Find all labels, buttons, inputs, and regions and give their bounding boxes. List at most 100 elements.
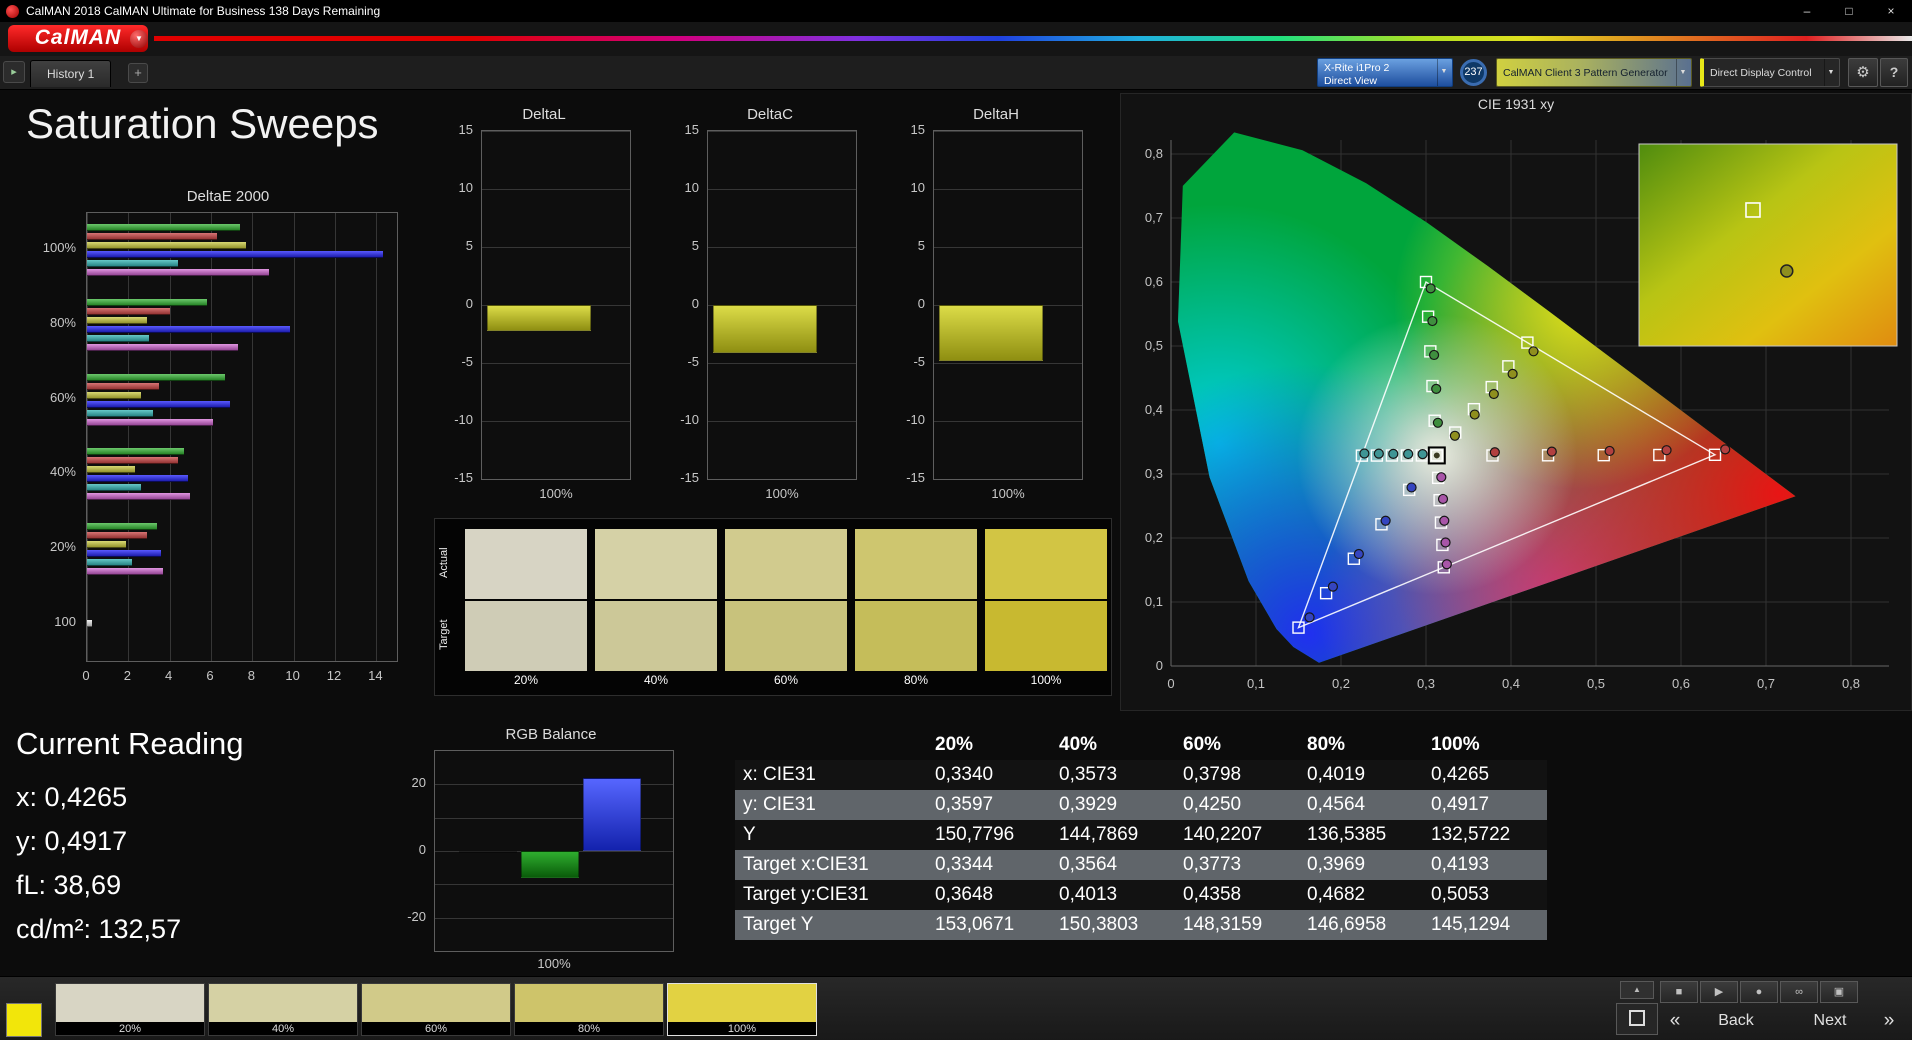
axis-tick-label: -10	[454, 412, 473, 427]
reading-x: x: 0,4265	[16, 782, 128, 812]
bar-red	[87, 532, 147, 539]
record-button[interactable]: ●	[1740, 981, 1778, 1003]
loop-button[interactable]: ∞	[1780, 981, 1818, 1003]
help-icon[interactable]: ?	[1880, 58, 1908, 87]
table-cell: 148,3159	[1183, 914, 1263, 935]
back-button[interactable]: Back	[1694, 1007, 1778, 1035]
axis-tick-label: 10	[910, 180, 925, 195]
table-cell: 0,3340	[935, 764, 994, 785]
bar-green	[87, 373, 226, 381]
eject-icon[interactable]: ▲	[1620, 981, 1654, 999]
table-column-header: 40%	[1059, 734, 1098, 755]
axis-tick-label: -15	[906, 470, 925, 485]
axis-tick-label: 5	[917, 238, 925, 253]
tab-nav-arrow-button[interactable]: ▸	[3, 61, 25, 83]
patch-swatch-button[interactable]: 100%	[667, 983, 817, 1036]
frame-icon[interactable]	[1616, 1003, 1658, 1035]
svg-text:0,6: 0,6	[1672, 676, 1690, 691]
svg-text:0,3: 0,3	[1417, 676, 1435, 691]
patch-swatch-button[interactable]: 60%	[361, 983, 511, 1036]
axis-tick-label: 0	[82, 668, 90, 683]
chart-title: DeltaE 2000	[186, 188, 270, 205]
gridline	[435, 884, 673, 886]
patch-swatch-button[interactable]: 40%	[208, 983, 358, 1036]
patch-color	[362, 984, 510, 1022]
patch-swatch-button[interactable]: 20%	[55, 983, 205, 1036]
window-title: CalMAN 2018 CalMAN Ultimate for Business…	[26, 4, 381, 18]
bar-magenta	[87, 344, 238, 351]
gridline	[934, 479, 1082, 480]
patch-label: 40%	[271, 1023, 295, 1035]
svg-text:0,7: 0,7	[1145, 210, 1163, 225]
axis-tick-label: 2	[123, 668, 131, 683]
axis-tick-label: -10	[680, 412, 699, 427]
table-row-label: x: CIE31	[743, 764, 816, 785]
gear-icon[interactable]: ⚙	[1848, 58, 1878, 87]
chevron-down-icon[interactable]: ▼	[1676, 59, 1689, 86]
meter-selector[interactable]: X-Rite i1Pro 2 Direct View ▼	[1317, 58, 1453, 87]
axis-tick-label: 15	[684, 122, 699, 137]
play-button[interactable]: ▶	[1700, 981, 1738, 1003]
plot-area	[933, 130, 1083, 480]
table-cell: 0,3773	[1183, 854, 1242, 875]
target-row-label: Target	[438, 619, 450, 651]
plot-area	[434, 750, 674, 952]
gridline	[293, 213, 295, 661]
close-button[interactable]: ×	[1870, 0, 1912, 22]
display-button[interactable]: ▣	[1820, 981, 1858, 1003]
gridline	[169, 213, 171, 661]
y-axis-labels: 15 10 5 0 -5 -10 -15	[451, 122, 477, 485]
table-row-label: Target y:CIE31	[743, 884, 869, 905]
chevron-down-icon[interactable]: ▼	[1824, 59, 1837, 86]
chart-title: RGB Balance	[505, 726, 597, 743]
table-cell: 0,3597	[935, 794, 994, 815]
bar-magenta	[87, 418, 214, 426]
current-reading-title: Current Reading	[16, 726, 244, 761]
swatch-label: 80%	[903, 673, 929, 687]
actual-target-swatch-strip: Actual Target 20% 40% 60% 80% 100%	[434, 518, 1112, 696]
table-cell: 0,4917	[1431, 794, 1490, 815]
logo-menu-arrow-icon[interactable]: ▼	[130, 30, 148, 48]
next-button[interactable]: Next	[1788, 1007, 1872, 1035]
axis-tick-label: 0	[691, 296, 699, 311]
cie-diagram: 0 0,1 0,2 0,3 0,4 0,5 0,6 0,7 0,8 0 0,1 0,2 0,3 0,4 0,…	[1145, 132, 1898, 691]
patch-swatch-button[interactable]: 80%	[514, 983, 664, 1036]
table-row: Target Y 153,0671 150,3803 148,3159 146,6958…	[735, 910, 1547, 940]
table-column-header: 60%	[1183, 734, 1222, 755]
table-row: Target x:CIE31 0,3344 0,3564 0,3773 0,3969 0,…	[735, 850, 1547, 880]
gridline	[128, 213, 130, 661]
gridline	[934, 247, 1082, 248]
add-tab-button[interactable]: +	[128, 63, 148, 83]
table-row: Target y:CIE31 0,3648 0,4013 0,4358 0,4682 0,…	[735, 880, 1547, 910]
pattern-generator-label: CalMAN Client 3 Pattern Generator	[1503, 67, 1668, 79]
chevron-down-icon[interactable]: ▼	[1437, 59, 1450, 86]
gridline	[934, 189, 1082, 190]
bar-magenta	[87, 269, 269, 277]
plot-area	[86, 212, 398, 662]
pattern-generator-selector[interactable]: CalMAN Client 3 Pattern Generator ▼	[1496, 58, 1692, 87]
back-arrow-icon[interactable]: «	[1660, 1007, 1690, 1035]
bar-yellow	[87, 317, 147, 324]
axis-tick-label: 10	[285, 668, 300, 683]
swatch-label: 20%	[513, 673, 539, 687]
table-row-label: Target Y	[743, 914, 814, 935]
calman-logo[interactable]: CalMAN	[8, 25, 148, 52]
meter-status-badge: 237	[1460, 59, 1487, 86]
svg-text:0,7: 0,7	[1757, 676, 1775, 691]
display-control-selector[interactable]: Direct Display Control ▼	[1700, 58, 1840, 87]
maximize-button[interactable]: □	[1828, 0, 1870, 22]
measurement-table: 20% 40% 60% 80% 100% x: CIE31 0,3340 0,3573 0,37…	[735, 730, 1547, 940]
gridline	[87, 213, 88, 661]
titlebar: CalMAN 2018 CalMAN Ultimate for Business…	[0, 0, 1912, 22]
svg-text:0,5: 0,5	[1587, 676, 1605, 691]
axis-tick-label: 40%	[49, 464, 76, 480]
axis-tick-label: -5	[687, 354, 699, 369]
swatch-label: 40%	[643, 673, 669, 687]
tab-history[interactable]: History 1	[30, 60, 112, 87]
stop-button[interactable]: ■	[1660, 981, 1698, 1003]
minimize-button[interactable]: –	[1786, 0, 1828, 22]
forward-arrow-icon[interactable]: »	[1874, 1007, 1904, 1035]
patch-color	[668, 984, 816, 1022]
chart-title: DeltaH	[973, 106, 1019, 123]
bar-red	[87, 382, 160, 390]
